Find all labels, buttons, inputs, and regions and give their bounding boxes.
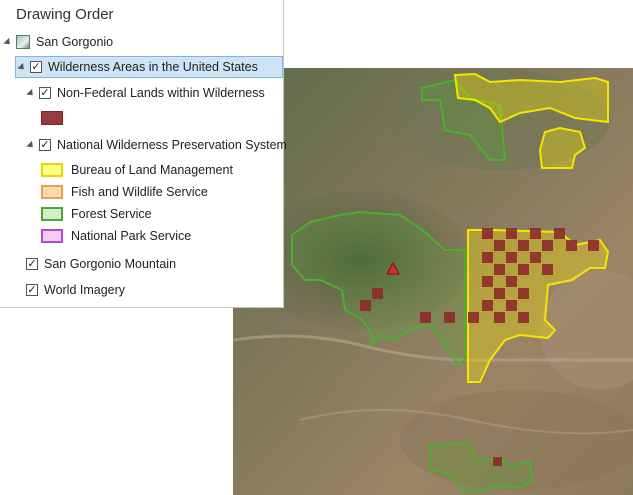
layer-checkbox[interactable]: ✓ xyxy=(30,61,42,73)
map-name-label: San Gorgonio xyxy=(36,35,114,49)
legend-item-non-federal xyxy=(41,107,71,129)
layer-checkbox[interactable]: ✓ xyxy=(26,284,38,296)
expand-arrow-icon[interactable] xyxy=(26,88,36,98)
legend-swatch xyxy=(41,185,63,199)
tree-item-nwps[interactable]: ✓ National Wilderness Preservation Syste… xyxy=(26,134,287,156)
expand-arrow-icon[interactable] xyxy=(3,37,13,47)
tree-item-world-imagery[interactable]: ✓ World Imagery xyxy=(26,279,125,301)
tree-item-non-federal-lands[interactable]: ✓ Non-Federal Lands within Wilderness xyxy=(26,82,265,104)
expand-arrow-icon[interactable] xyxy=(26,140,36,150)
legend-label: Forest Service xyxy=(71,207,152,221)
layer-label: San Gorgonio Mountain xyxy=(44,257,177,271)
panel-title: Drawing Order xyxy=(16,6,114,23)
legend-swatch xyxy=(41,163,63,177)
layer-label: World Imagery xyxy=(44,283,126,297)
legend-label: Bureau of Land Management xyxy=(71,163,233,177)
layer-checkbox[interactable]: ✓ xyxy=(39,87,51,99)
legend-item-forest-service: Forest Service xyxy=(41,203,152,225)
layer-checkbox[interactable]: ✓ xyxy=(26,258,38,270)
legend-item-fws: Fish and Wildlife Service xyxy=(41,181,208,203)
legend-swatch xyxy=(41,229,63,243)
drawing-order-panel: Drawing Order San Gorgonio ✓ Wilderness … xyxy=(0,0,287,308)
legend-label: Fish and Wildlife Service xyxy=(71,185,208,199)
legend-label: National Park Service xyxy=(71,229,192,243)
layer-label: Non-Federal Lands within Wilderness xyxy=(57,86,265,100)
tree-item-san-gorgonio-mountain[interactable]: ✓ San Gorgonio Mountain xyxy=(26,253,176,275)
legend-swatch xyxy=(41,207,63,221)
tree-item-san-gorgonio[interactable]: San Gorgonio xyxy=(3,31,114,53)
layer-checkbox[interactable]: ✓ xyxy=(39,139,51,151)
legend-item-blm: Bureau of Land Management xyxy=(41,159,233,181)
map-view[interactable] xyxy=(233,68,633,495)
layer-label: Wilderness Areas in the United States xyxy=(48,60,258,74)
layer-label: National Wilderness Preservation System xyxy=(57,138,287,152)
legend-swatch xyxy=(41,111,63,125)
legend-item-nps: National Park Service xyxy=(41,225,191,247)
map-icon xyxy=(16,35,30,49)
expand-arrow-icon[interactable] xyxy=(17,62,27,72)
tree-item-wilderness-areas[interactable]: ✓ Wilderness Areas in the United States xyxy=(15,56,283,78)
